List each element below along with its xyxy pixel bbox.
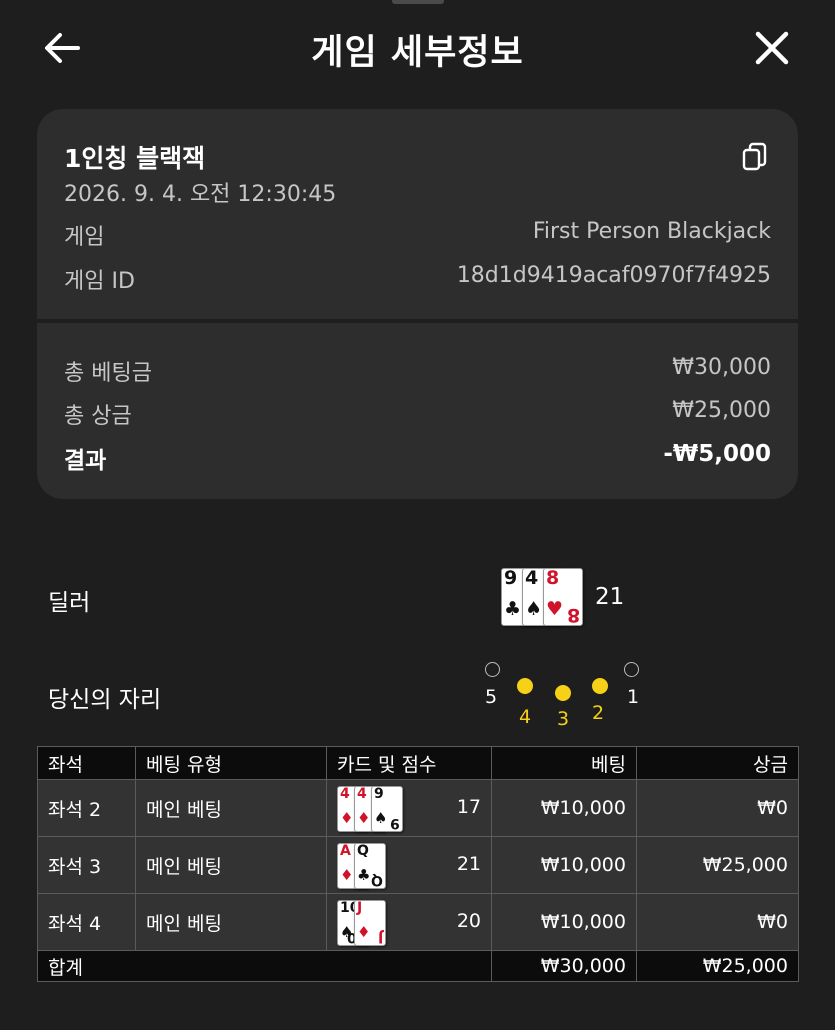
card-suit: ♠ xyxy=(525,598,543,620)
card-suit: ♣ xyxy=(504,598,522,620)
seat-number-4: 4 xyxy=(519,706,532,728)
game-id-value: 18d1d9419acaf0970f7f4925 xyxy=(456,263,771,288)
seat-number-5: 5 xyxy=(485,686,498,708)
header-bet: 베팅 xyxy=(491,746,637,780)
row-bet-type: 메인 베팅 xyxy=(135,836,327,894)
game-id-label: 게임 ID xyxy=(64,269,135,294)
copy-button[interactable] xyxy=(741,142,769,172)
row-score: 21 xyxy=(456,853,481,875)
row-prize: ₩0 xyxy=(636,893,799,951)
card-suit: ♦ xyxy=(340,866,354,884)
seat-dot-4 xyxy=(517,678,533,694)
row-prize: ₩25,000 xyxy=(636,836,799,894)
card-rank: Q xyxy=(357,843,369,859)
dealer-cards: 9♣94♠48♥8 xyxy=(501,568,585,626)
card-rank: J xyxy=(357,900,363,916)
card-rank: 9 xyxy=(374,786,384,802)
seat-dot-5 xyxy=(485,662,500,677)
table-row: 좌석 2 메인 베팅 4♦44♦49♠9 17 ₩10,000 ₩0 xyxy=(37,779,799,837)
card-rank: 4 xyxy=(525,567,539,589)
result-value: -₩5,000 xyxy=(663,441,771,467)
header: 게임 세부정보 xyxy=(0,14,835,80)
close-button[interactable] xyxy=(752,28,792,68)
row-seat: 좌석 3 xyxy=(37,836,136,894)
row-bet: ₩10,000 xyxy=(491,836,637,894)
game-summary-card: 1인칭 블랙잭 2026. 9. 4. 오전 12:30:45 게임 First… xyxy=(37,109,798,499)
seat-dot-3 xyxy=(555,685,571,701)
card-rank-bottom: 8 xyxy=(566,604,580,626)
card-rank-bottom: 9 xyxy=(390,815,400,831)
header-prize: 상금 xyxy=(636,746,799,780)
game-name: 1인칭 블랙잭 xyxy=(64,144,206,173)
total-bet: ₩30,000 xyxy=(491,950,637,982)
row-score: 17 xyxy=(456,796,481,818)
total-prize: ₩25,000 xyxy=(636,950,799,982)
row-bet-type: 메인 베팅 xyxy=(135,779,327,837)
card-rank-bottom: Q xyxy=(371,872,383,888)
result-label: 결과 xyxy=(64,448,107,474)
seat-dot-2 xyxy=(592,678,608,694)
total-prize-label: 총 상금 xyxy=(64,404,132,429)
card-rank: 4 xyxy=(357,786,367,802)
bets-table: 좌석 베팅 유형 카드 및 점수 베팅 상금 좌석 2 메인 베팅 4♦44♦4… xyxy=(37,746,799,982)
table-header-row: 좌석 베팅 유형 카드 및 점수 베팅 상금 xyxy=(37,746,799,780)
table-total-row: 합계 ₩30,000 ₩25,000 xyxy=(37,950,799,982)
card-suit: ♦ xyxy=(340,809,354,827)
card-rank-bottom: J xyxy=(377,929,383,945)
dealer-label: 딜러 xyxy=(48,590,91,616)
card-rank: A xyxy=(340,843,351,859)
total-bet-label: 총 베팅금 xyxy=(64,361,152,386)
total-label: 합계 xyxy=(37,950,492,982)
card-rank: 9 xyxy=(504,567,518,589)
seat-number-2: 2 xyxy=(592,702,605,724)
total-bet-value: ₩30,000 xyxy=(672,355,771,380)
row-cards: 4♦44♦49♠9 17 xyxy=(326,779,492,837)
table-row: 좌석 4 메인 베팅 10♠10J♦J 20 ₩10,000 ₩0 xyxy=(37,893,799,951)
card-suit: ♦ xyxy=(357,809,371,827)
close-icon xyxy=(755,31,789,65)
playing-card: 8 ♥ 8 xyxy=(543,568,583,626)
drag-handle[interactable] xyxy=(392,0,444,4)
row-bet: ₩10,000 xyxy=(491,779,637,837)
game-label: 게임 xyxy=(64,225,105,250)
playing-card: 9 ♠ 9 xyxy=(371,786,403,832)
header-cards: 카드 및 점수 xyxy=(326,746,492,780)
total-prize-value: ₩25,000 xyxy=(672,398,771,423)
header-seat: 좌석 xyxy=(37,746,136,780)
seat-dot-1 xyxy=(624,662,639,677)
game-timestamp: 2026. 9. 4. 오전 12:30:45 xyxy=(64,182,337,207)
copy-icon xyxy=(742,142,767,171)
seat-number-1: 1 xyxy=(627,686,640,708)
your-seat-label: 당신의 자리 xyxy=(48,687,162,713)
seat-number-3: 3 xyxy=(557,708,570,730)
divider xyxy=(37,319,798,323)
card-rank: 8 xyxy=(546,567,560,589)
row-score: 20 xyxy=(456,910,481,932)
page-title: 게임 세부정보 xyxy=(311,33,524,73)
row-bet: ₩10,000 xyxy=(491,893,637,951)
card-suit: ♠ xyxy=(374,809,388,827)
row-prize: ₩0 xyxy=(636,779,799,837)
playing-card: J ♦ J xyxy=(354,900,386,946)
dealer-score: 21 xyxy=(595,584,625,610)
card-suit: ♥ xyxy=(546,598,564,620)
card-suit: ♦ xyxy=(357,923,371,941)
card-suit: ♣ xyxy=(357,866,371,884)
card-rank: 4 xyxy=(340,786,350,802)
row-cards: 10♠10J♦J 20 xyxy=(326,893,492,951)
row-bet-type: 메인 베팅 xyxy=(135,893,327,951)
row-seat: 좌석 2 xyxy=(37,779,136,837)
seat-map: 54 321 xyxy=(470,650,650,740)
game-value: First Person Blackjack xyxy=(532,219,771,244)
playing-card: Q ♣ Q xyxy=(354,843,386,889)
table-row: 좌석 3 메인 베팅 A♦AQ♣Q 21 ₩10,000 ₩25,000 xyxy=(37,836,799,894)
row-seat: 좌석 4 xyxy=(37,893,136,951)
header-bet-type: 베팅 유형 xyxy=(135,746,327,780)
row-cards: A♦AQ♣Q 21 xyxy=(326,836,492,894)
